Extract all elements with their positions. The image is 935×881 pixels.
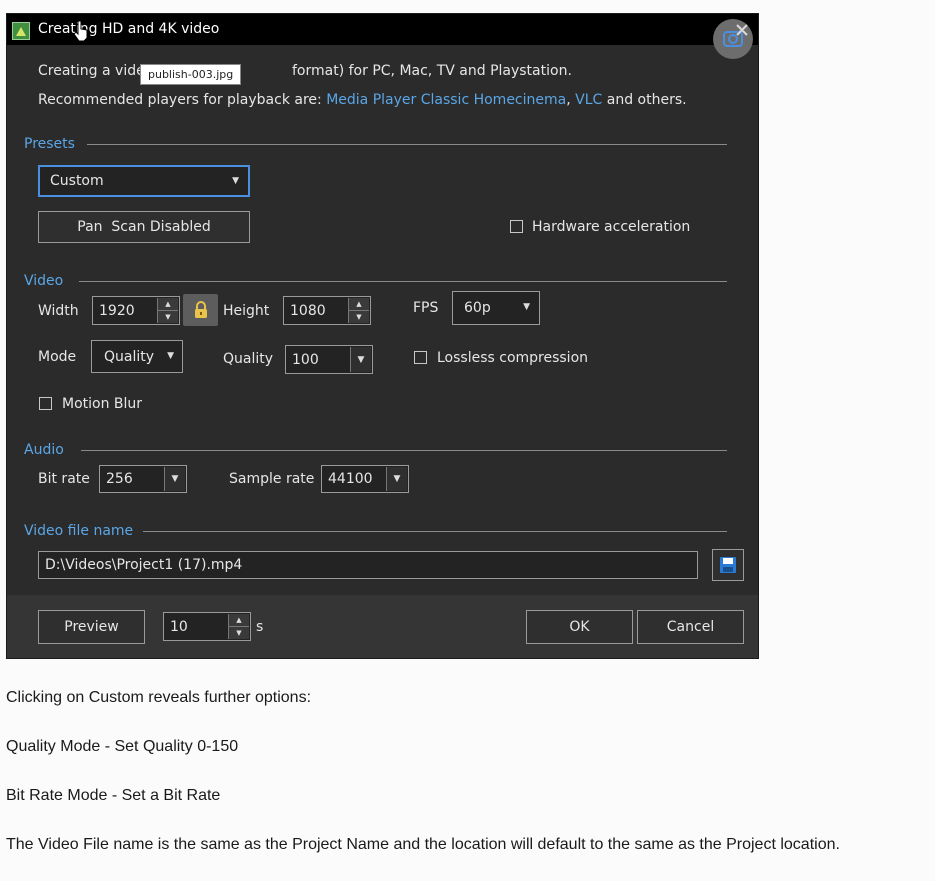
media-player-classic-link[interactable]: Media Player Classic Homecinema [326,92,566,108]
spin-down-icon[interactable]: ▼ [158,310,178,323]
pan-scan-label: Pan Scan Disabled [77,219,211,235]
width-value: 1920 [99,302,135,319]
ok-label: OK [569,619,590,635]
intro-line-1-start: Creating a vide [38,63,145,79]
doc-paragraph-4: The Video File name is the same as the P… [6,836,840,853]
app-icon [12,22,30,40]
height-label: Height [223,303,270,319]
cancel-label: Cancel [666,619,715,635]
video-section-label: Video [24,273,64,289]
preset-dropdown[interactable]: Custom ▼ [38,165,250,197]
fps-dropdown[interactable]: 60p ▼ [452,291,540,325]
title-bar: Creating HD and 4K video [7,14,758,59]
preset-value: Custom [50,173,104,189]
link-separator: , [566,92,571,108]
preview-duration-value: 10 [170,618,188,635]
file-divider [143,531,727,532]
video-file-path-value: D:\Videos\Project1 (17).mp4 [45,557,243,573]
doc-paragraph-2: Quality Mode - Set Quality 0-150 [6,738,239,755]
screenshot-capture-icon[interactable] [713,19,753,59]
floppy-disk-icon [720,557,736,573]
hand-cursor-icon [73,20,89,47]
intro-line-2: Recommended players for playback are: Me… [38,92,687,108]
chevron-down-icon: ▼ [523,302,530,312]
tooltip: publish-003.jpg [140,64,242,85]
spin-up-icon[interactable]: ▲ [349,298,369,310]
mode-label: Mode [38,349,77,365]
spin-down-icon[interactable]: ▼ [349,310,369,323]
video-divider [79,281,727,282]
preview-button[interactable]: Preview [38,610,145,644]
bit-rate-label: Bit rate [38,471,90,487]
chevron-down-icon: ▼ [232,176,239,186]
mode-dropdown[interactable]: Quality ▼ [91,340,183,373]
intro-line-1-end: format) for PC, Mac, TV and Playstation. [292,63,572,79]
width-input[interactable]: 1920 ▲ ▼ [92,296,180,325]
chevron-down-icon[interactable]: ▼ [350,347,371,372]
chevron-down-icon[interactable]: ▼ [386,467,407,491]
lossless-compression-label: Lossless compression [437,350,589,366]
vlc-link[interactable]: VLC [575,92,602,108]
doc-paragraph-1: Clicking on Custom reveals further optio… [6,689,312,706]
motion-blur-label: Motion Blur [62,396,143,412]
sample-rate-combobox[interactable]: 44100 ▼ [321,465,409,493]
chevron-down-icon[interactable]: ▼ [164,467,185,491]
hardware-acceleration-checkbox[interactable] [510,220,523,233]
quality-label: Quality [223,351,274,367]
duration-unit: s [256,619,264,635]
presets-section-label: Presets [24,136,75,152]
intro-line-2-tail: and others. [602,92,687,108]
ok-button[interactable]: OK [526,610,633,644]
sample-rate-value: 44100 [328,471,373,487]
aspect-lock-button[interactable] [183,294,218,326]
video-file-name-section-label: Video file name [24,523,134,539]
fps-value: 60p [464,300,491,316]
chevron-down-icon: ▼ [167,351,174,361]
duration-spinner[interactable]: ▲ ▼ [228,614,249,639]
width-spinner[interactable]: ▲ ▼ [157,298,178,323]
dialog-title: Creating HD and 4K video [38,21,220,37]
preview-duration-input[interactable]: 10 ▲ ▼ [163,612,251,641]
video-file-path-input[interactable]: D:\Videos\Project1 (17).mp4 [38,551,698,579]
cancel-button[interactable]: Cancel [637,610,744,644]
presets-divider [87,144,727,145]
mode-value: Quality [104,348,155,365]
hardware-acceleration-label: Hardware acceleration [532,219,691,235]
preview-label: Preview [64,619,119,635]
motion-blur-checkbox[interactable] [39,397,52,410]
spin-down-icon[interactable]: ▼ [229,626,249,639]
fps-label: FPS [413,300,439,316]
doc-paragraph-3: Bit Rate Mode - Set a Bit Rate [6,787,221,804]
intro-line-2-text: Recommended players for playback are: [38,92,327,108]
tooltip-text: publish-003.jpg [148,68,234,81]
publish-dialog: Creating HD and 4K video Creating a vide… [6,13,759,659]
audio-section-label: Audio [24,442,64,458]
bit-rate-value: 256 [106,471,133,487]
height-input[interactable]: 1080 ▲ ▼ [283,296,371,325]
width-label: Width [38,303,79,319]
bit-rate-combobox[interactable]: 256 ▼ [99,465,187,493]
lock-icon [194,301,207,318]
lossless-compression-checkbox[interactable] [414,351,427,364]
audio-divider [81,450,727,451]
height-value: 1080 [290,302,326,319]
quality-combobox[interactable]: 100 ▼ [285,345,373,374]
spin-up-icon[interactable]: ▲ [229,614,249,626]
quality-value: 100 [292,351,319,368]
sample-rate-label: Sample rate [229,471,315,487]
spin-up-icon[interactable]: ▲ [158,298,178,310]
pan-scan-button[interactable]: Pan Scan Disabled [38,211,250,243]
height-spinner[interactable]: ▲ ▼ [348,298,369,323]
save-file-button[interactable] [712,549,744,581]
